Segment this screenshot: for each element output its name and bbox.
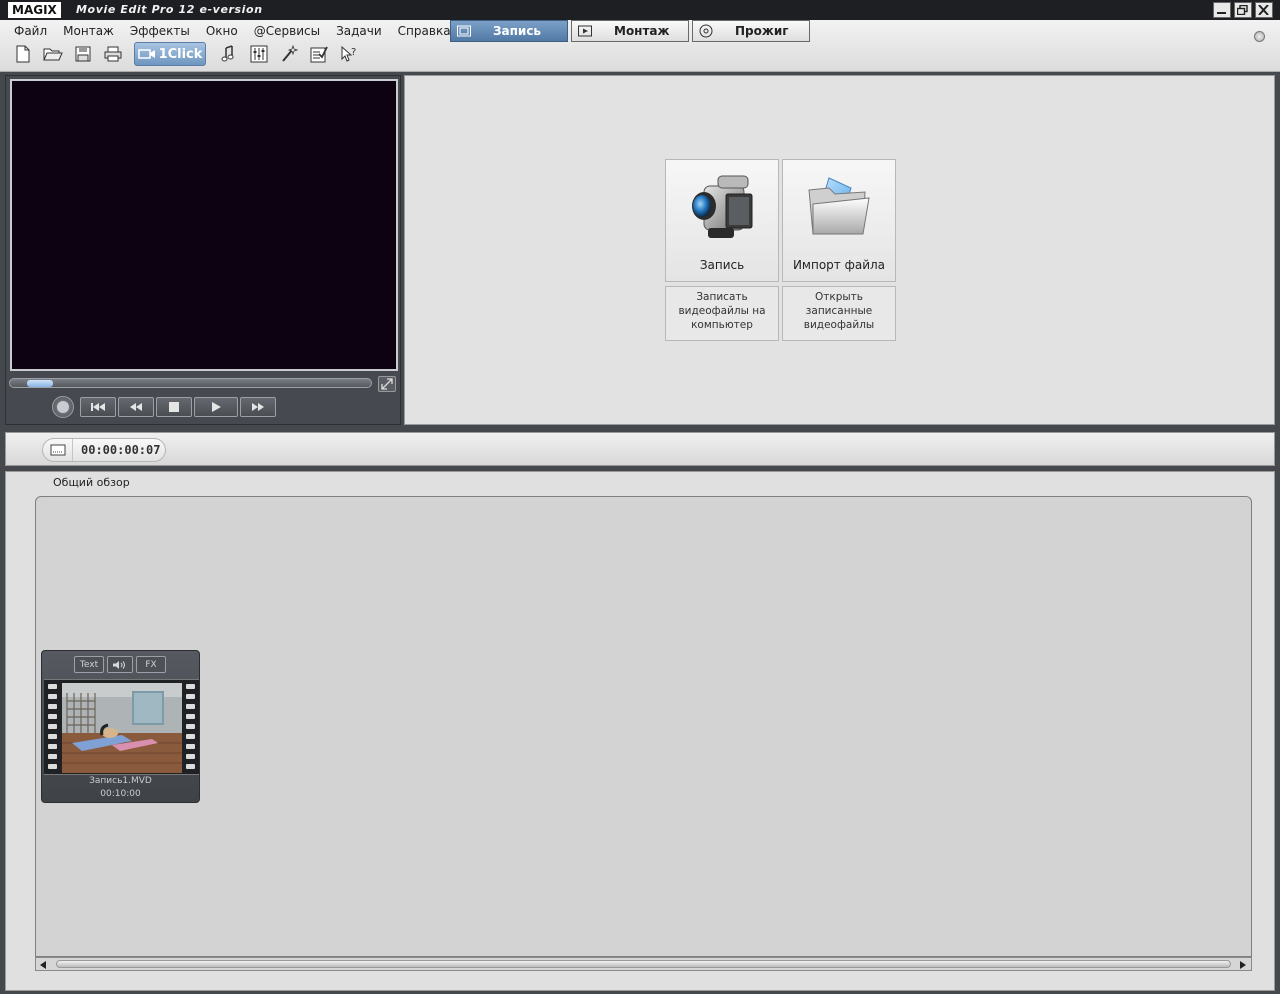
display-mode-icon[interactable] — [43, 439, 73, 461]
menu-tasks[interactable]: Задачи — [328, 22, 390, 40]
storyboard-area[interactable]: Text FX Запись1.MVD 00:10:00 — [35, 496, 1252, 957]
record-description: Записать видеофайлы на компьютер — [665, 286, 779, 341]
video-monitor — [10, 79, 398, 371]
magix-logo: MAGIX — [8, 2, 61, 18]
position-slider[interactable] — [9, 378, 372, 388]
mode-tabs: Запись Монтаж Прожиг — [450, 20, 813, 43]
svg-text:?: ? — [351, 47, 356, 58]
position-slider-handle[interactable] — [27, 380, 53, 387]
scroll-left-icon[interactable] — [38, 960, 48, 970]
record-options-panel: Запись Импорт файла Записать видеофайлы … — [404, 75, 1275, 425]
camcorder-icon — [666, 168, 778, 248]
wizard-icon[interactable] — [274, 42, 304, 66]
disc-icon — [699, 24, 713, 38]
clip-text-button[interactable]: Text — [74, 656, 104, 673]
play-icon — [578, 25, 592, 37]
tab-edit-label: Монтаж — [614, 24, 670, 38]
tab-record[interactable]: Запись — [450, 20, 568, 42]
fullscreen-icon[interactable] — [378, 376, 396, 392]
info-icon[interactable] — [1254, 31, 1265, 42]
clip-duration: 00:10:00 — [100, 789, 141, 799]
toolbar: 1Click ? — [8, 41, 364, 67]
import-file-button[interactable]: Импорт файла — [782, 159, 896, 282]
title-bar: MAGIX Movie Edit Pro 12 e-version — [0, 0, 1280, 20]
oneclick-button[interactable]: 1Click — [134, 42, 206, 66]
save-icon[interactable] — [68, 42, 98, 66]
tab-burn-label: Прожиг — [735, 24, 789, 38]
clip-fx-button[interactable]: FX — [136, 656, 166, 673]
overview-label: Общий обзор — [53, 476, 130, 489]
new-file-icon[interactable] — [8, 42, 38, 66]
menu-help[interactable]: Справка — [390, 22, 459, 40]
record-icon[interactable] — [52, 396, 74, 418]
print-icon[interactable] — [98, 42, 128, 66]
menu-file[interactable]: Файл — [6, 22, 55, 40]
storyboard-panel: Общий обзор Text FX Запись1.MVD 00:10:00 — [5, 471, 1275, 991]
camera-icon — [137, 49, 155, 59]
clip-item[interactable]: Text FX Запись1.MVD 00:10:00 — [41, 650, 200, 803]
scrollbar-thumb[interactable] — [56, 960, 1231, 968]
clip-thumbnail — [62, 683, 182, 773]
menu-effects[interactable]: Эффекты — [122, 22, 198, 40]
horizontal-scrollbar[interactable] — [35, 957, 1252, 971]
record-button[interactable]: Запись — [665, 159, 779, 282]
menu-services[interactable]: @Сервисы — [246, 22, 328, 40]
go-to-start-icon[interactable] — [80, 397, 116, 417]
music-icon[interactable] — [214, 42, 244, 66]
menu-window[interactable]: Окно — [198, 22, 246, 40]
minimize-icon[interactable] — [1213, 2, 1231, 18]
import-description: Открыть записанные видеофайлы — [782, 286, 896, 341]
clip-name: Запись1.MVD — [89, 776, 152, 786]
restore-icon[interactable] — [1234, 2, 1252, 18]
open-folder-icon[interactable] — [38, 42, 68, 66]
app-window: MAGIX Movie Edit Pro 12 e-version Файл М… — [0, 0, 1280, 994]
fast-forward-icon[interactable] — [240, 397, 276, 417]
folder-icon — [783, 168, 895, 248]
stop-icon[interactable] — [156, 397, 192, 417]
mixer-icon[interactable] — [244, 42, 274, 66]
timecode-display[interactable]: 00:00:00:07 — [42, 438, 166, 462]
timecode-bar: 00:00:00:07 — [5, 432, 1275, 466]
checklist-icon[interactable] — [304, 42, 334, 66]
close-icon[interactable] — [1255, 2, 1273, 18]
timecode-value: 00:00:00:07 — [81, 443, 161, 457]
tab-edit[interactable]: Монтаж — [571, 20, 689, 42]
tab-record-label: Запись — [493, 24, 542, 38]
import-file-label: Импорт файла — [792, 258, 886, 272]
record-label: Запись — [699, 258, 745, 272]
transport-controls — [52, 396, 276, 418]
preview-panel — [5, 75, 401, 425]
film-icon — [457, 25, 471, 37]
oneclick-label: 1Click — [158, 46, 203, 62]
app-title: Movie Edit Pro 12 e-version — [76, 3, 263, 16]
help-cursor-icon[interactable]: ? — [334, 42, 364, 66]
tab-burn[interactable]: Прожиг — [692, 20, 810, 42]
play-button-icon[interactable] — [194, 397, 238, 417]
rewind-icon[interactable] — [118, 397, 154, 417]
menu-edit[interactable]: Монтаж — [55, 22, 122, 40]
scroll-right-icon[interactable] — [1238, 960, 1248, 970]
clip-filmstrip — [44, 679, 199, 775]
menu-bar: Файл Монтаж Эффекты Окно @Сервисы Задачи… — [6, 22, 459, 40]
speaker-icon[interactable] — [107, 656, 133, 673]
